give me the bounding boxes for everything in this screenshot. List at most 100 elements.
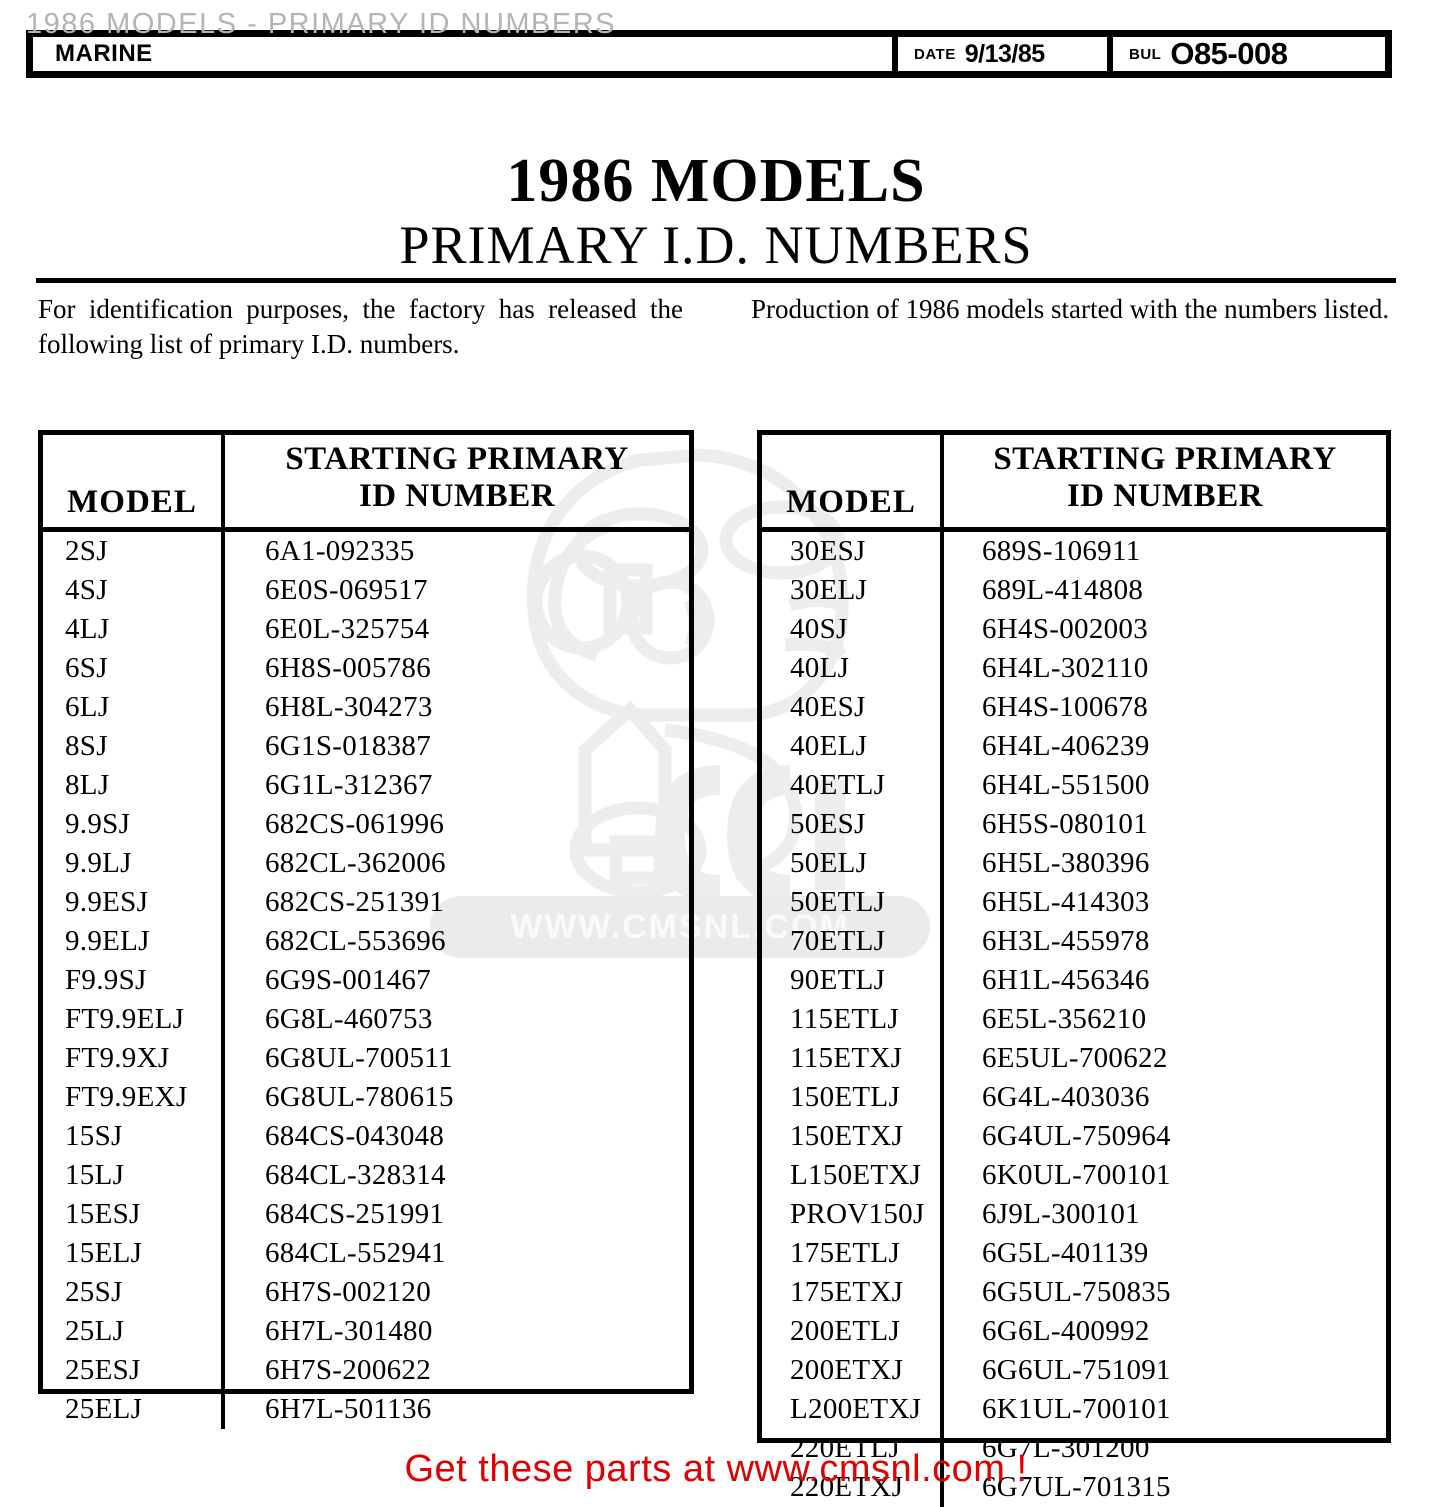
cell-id-number: 682CS-061996 xyxy=(265,808,445,840)
column-header-id-line2-left: ID NUMBER xyxy=(358,478,556,514)
cell-id-number: 6G5L-401139 xyxy=(982,1237,1149,1269)
table-row: F9.9SJ 6G9S-001467 xyxy=(43,961,689,1000)
table-row: 2SJ 6A1-092335 xyxy=(43,532,689,571)
cell-id-number: 6H8L-304273 xyxy=(265,691,433,723)
cell-model: 70ETLJ xyxy=(762,922,944,961)
cell-id-number: 6H4L-302110 xyxy=(982,652,1149,684)
cell-model: 40ELJ xyxy=(762,727,944,766)
title-divider-rule xyxy=(36,278,1396,283)
cell-model: FT9.9ELJ xyxy=(43,1000,225,1039)
cell-id-number: 6H7L-501136 xyxy=(265,1393,432,1425)
table-row: 90ETLJ 6H1L-456346 xyxy=(762,961,1386,1000)
cell-model: F9.9SJ xyxy=(43,961,225,1000)
cell-id-number: 684CL-328314 xyxy=(265,1159,446,1191)
table-row: 8SJ 6G1S-018387 xyxy=(43,727,689,766)
cell-id-number: 6E5UL-700622 xyxy=(982,1042,1168,1074)
cell-id-number: 6G6L-400992 xyxy=(982,1315,1150,1347)
cell-id-number: 6H3L-455978 xyxy=(982,925,1150,957)
cell-model: 50ETLJ xyxy=(762,883,944,922)
table-row: 9.9LJ 682CL-362006 xyxy=(43,844,689,883)
column-header-id-line1-right: STARTING PRIMARY xyxy=(993,441,1337,478)
cell-id-number: 6G4UL-750964 xyxy=(982,1120,1171,1152)
id-number-table-right: MODEL STARTING PRIMARY ID NUMBER 30ESJ 68… xyxy=(757,430,1391,1507)
date-label: DATE xyxy=(914,45,956,63)
cell-model: 25SJ xyxy=(43,1273,225,1312)
cell-id-number: 682CL-362006 xyxy=(265,847,446,879)
cell-id-number: 6G4L-403036 xyxy=(982,1081,1150,1113)
cell-model: 200ETXJ xyxy=(762,1351,944,1390)
cell-model: 30ELJ xyxy=(762,571,944,610)
cell-model: 15LJ xyxy=(43,1156,225,1195)
table-row: 30ESJ 689S-106911 xyxy=(762,532,1386,571)
cell-id-number: 6H4S-002003 xyxy=(982,613,1149,645)
page-subtitle: PRIMARY I.D. NUMBERS xyxy=(399,215,1033,275)
cell-id-number: 6H7S-200622 xyxy=(265,1354,432,1386)
bulletin-date-cell: DATE 9/13/85 xyxy=(892,37,1107,71)
scan-overlay-text: 1986 MODELS - PRIMARY ID NUMBERS xyxy=(26,8,617,40)
table-row: 200ETXJ 6G6UL-751091 xyxy=(762,1351,1386,1390)
table-row: 40LJ 6H4L-302110 xyxy=(762,649,1386,688)
table-row: 30ELJ 689L-414808 xyxy=(762,571,1386,610)
cell-id-number: 6H4L-406239 xyxy=(982,730,1150,762)
table-row: 40ETLJ 6H4L-551500 xyxy=(762,766,1386,805)
table-row: 6LJ 6H8L-304273 xyxy=(43,688,689,727)
cell-id-number: 6H7S-002120 xyxy=(265,1276,432,1308)
table-row: 50ESJ 6H5S-080101 xyxy=(762,805,1386,844)
cell-model: 50ESJ xyxy=(762,805,944,844)
table-body-left: 2SJ 6A1-092335 4SJ 6E0S-069517 4LJ 6E0L-32575… xyxy=(43,532,689,1429)
table-row: 4SJ 6E0S-069517 xyxy=(43,571,689,610)
bulletin-number-cell: BUL O85-008 xyxy=(1107,37,1385,71)
cell-model: 30ESJ xyxy=(762,532,944,571)
cell-id-number: 6E0S-069517 xyxy=(265,574,428,606)
page-title: 1986 MODELS xyxy=(506,147,926,215)
table-row: 15ELJ 684CL-552941 xyxy=(43,1234,689,1273)
table-row: 15LJ 684CL-328314 xyxy=(43,1156,689,1195)
table-row: 9.9SJ 682CS-061996 xyxy=(43,805,689,844)
cell-id-number: 6H4L-551500 xyxy=(982,769,1150,801)
table-header-row-left: MODEL STARTING PRIMARY ID NUMBER xyxy=(43,435,689,532)
cell-model: 9.9LJ xyxy=(43,844,225,883)
table-row: 40ESJ 6H4S-100678 xyxy=(762,688,1386,727)
intro-paragraphs: For identification purposes, the factory… xyxy=(38,292,1396,361)
intro-paragraph-right: Production of 1986 models started with t… xyxy=(751,294,1390,324)
cell-model: 150ETXJ xyxy=(762,1117,944,1156)
table-row: 175ETXJ 6G5UL-750835 xyxy=(762,1273,1386,1312)
cell-id-number: 6G9S-001467 xyxy=(265,964,432,996)
table-row: 150ETLJ 6G4L-403036 xyxy=(762,1078,1386,1117)
cell-model: PROV150J xyxy=(762,1195,944,1234)
table-row: PROV150J 6J9L-300101 xyxy=(762,1195,1386,1234)
cell-id-number: 6H8S-005786 xyxy=(265,652,432,684)
cell-model: 4LJ xyxy=(43,610,225,649)
cell-model: 40SJ xyxy=(762,610,944,649)
column-header-id-left: STARTING PRIMARY ID NUMBER xyxy=(225,435,689,527)
intro-paragraph-left: For identification purposes, the factory… xyxy=(38,294,683,359)
cell-model: 15ESJ xyxy=(43,1195,225,1234)
cell-model: 4SJ xyxy=(43,571,225,610)
table-row: 70ETLJ 6H3L-455978 xyxy=(762,922,1386,961)
cell-model: 9.9ESJ xyxy=(43,883,225,922)
bulletin-division-cell: MARINE xyxy=(33,37,892,71)
cell-model: 90ETLJ xyxy=(762,961,944,1000)
cell-model: 15SJ xyxy=(43,1117,225,1156)
table-row: 150ETXJ 6G4UL-750964 xyxy=(762,1117,1386,1156)
table-row: 50ETLJ 6H5L-414303 xyxy=(762,883,1386,922)
bulletin-label: BUL xyxy=(1129,45,1162,63)
promo-text: Get these parts at www.cmsnl.com ! xyxy=(404,1448,1028,1490)
cell-id-number: 6H4S-100678 xyxy=(982,691,1149,723)
cell-model: 40ETLJ xyxy=(762,766,944,805)
cell-id-number: 6G8UL-700511 xyxy=(265,1042,453,1074)
table-row: FT9.9EXJ 6G8UL-780615 xyxy=(43,1078,689,1117)
cell-id-number: 684CL-552941 xyxy=(265,1237,446,1269)
cell-model: 6LJ xyxy=(43,688,225,727)
cell-model: 175ETLJ xyxy=(762,1234,944,1273)
cell-id-number: 6K0UL-700101 xyxy=(982,1159,1171,1191)
table-row: 15ESJ 684CS-251991 xyxy=(43,1195,689,1234)
column-divider-left xyxy=(221,532,225,1429)
table-row: L150ETXJ 6K0UL-700101 xyxy=(762,1156,1386,1195)
column-header-id-line2-right: ID NUMBER xyxy=(1066,478,1264,514)
cell-model: 115ETXJ xyxy=(762,1039,944,1078)
cell-model: L150ETXJ xyxy=(762,1156,944,1195)
table-body-right: 30ESJ 689S-106911 30ELJ 689L-414808 40SJ 6H4S… xyxy=(762,532,1386,1507)
cell-id-number: 682CS-251391 xyxy=(265,886,445,918)
cell-id-number: 6G1S-018387 xyxy=(265,730,432,762)
